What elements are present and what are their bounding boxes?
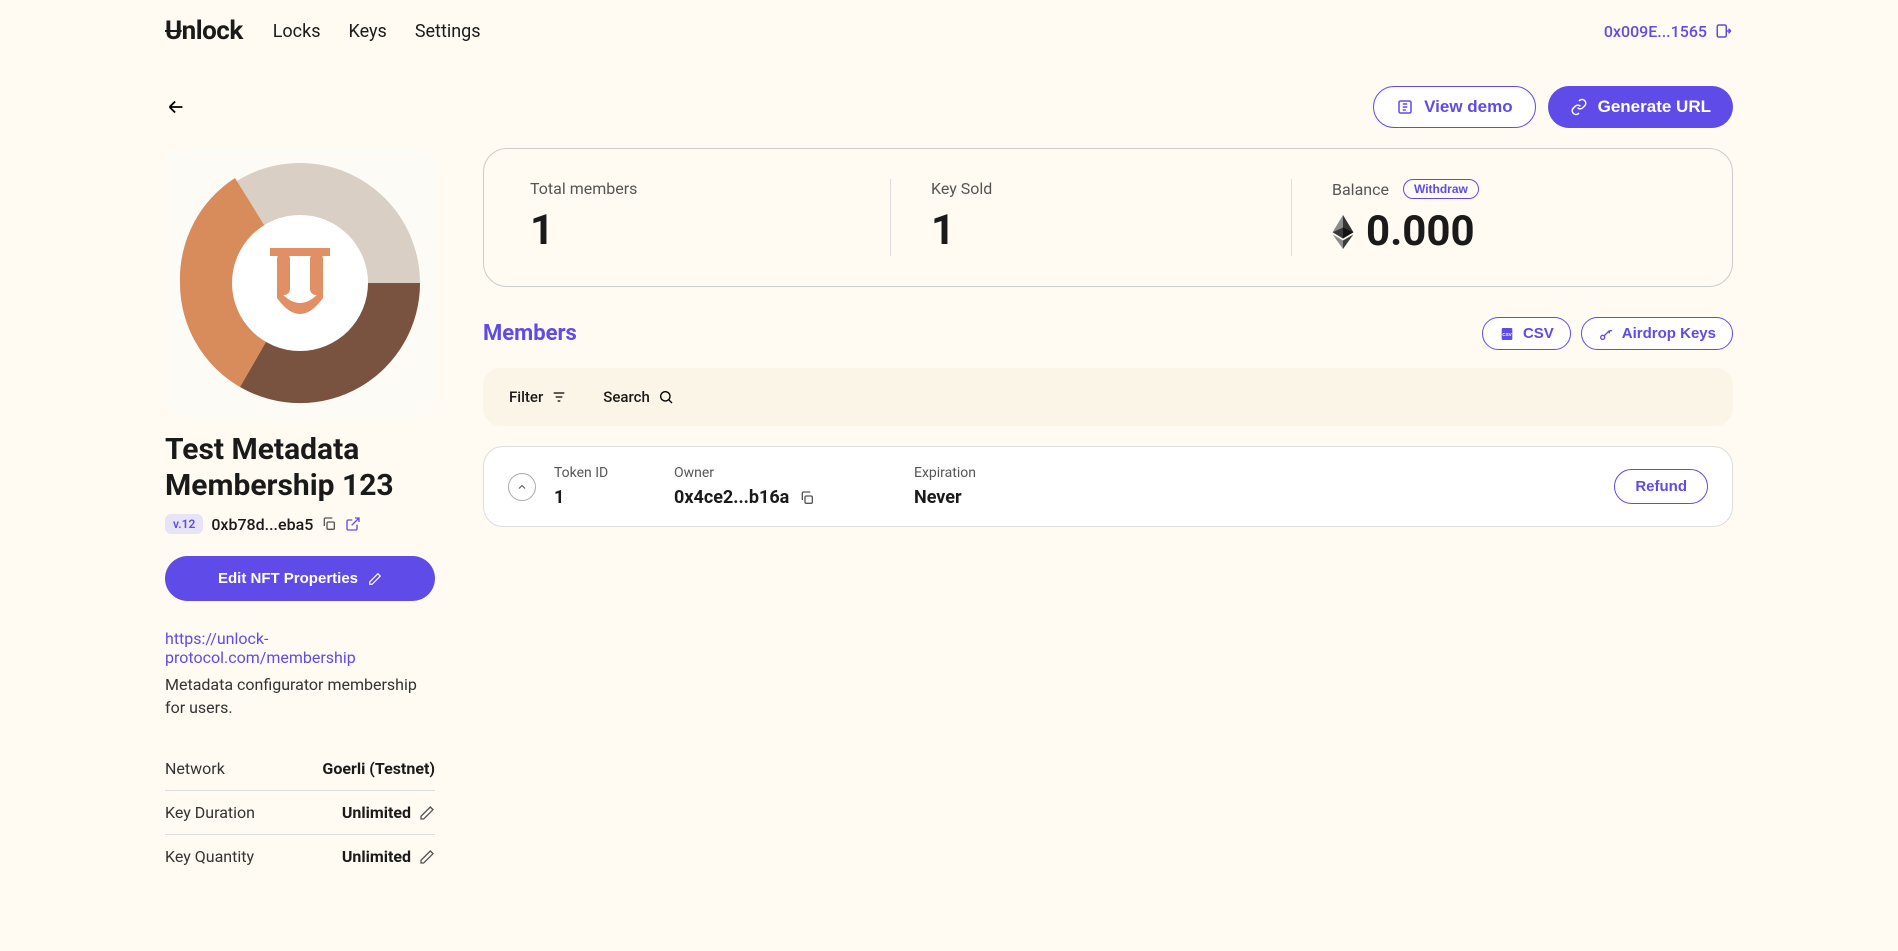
edit-duration-icon[interactable] xyxy=(419,805,435,821)
airdrop-label: Airdrop Keys xyxy=(1622,325,1716,342)
airdrop-keys-button[interactable]: Airdrop Keys xyxy=(1581,317,1733,350)
search-button[interactable]: Search xyxy=(603,388,674,406)
lock-title: Test Metadata Membership 123 xyxy=(165,432,435,504)
view-demo-button[interactable]: View demo xyxy=(1373,86,1536,128)
arrow-left-icon xyxy=(165,96,187,118)
total-members-label: Total members xyxy=(530,179,884,198)
network-label: Network xyxy=(165,759,225,778)
wallet-button[interactable]: 0x009E...1565 xyxy=(1604,22,1733,41)
nav-settings[interactable]: Settings xyxy=(415,21,481,42)
nav-locks[interactable]: Locks xyxy=(273,21,321,42)
ethereum-icon xyxy=(1332,215,1354,249)
member-row: Token ID 1 Owner 0x4ce2...b16a Expiratio… xyxy=(483,446,1733,527)
stats-card: Total members 1 Key Sold 1 Balance Withd… xyxy=(483,148,1733,287)
key-sold-label: Key Sold xyxy=(931,179,1285,198)
filter-icon xyxy=(551,389,567,405)
svg-text:CSV: CSV xyxy=(1502,332,1512,337)
members-title: Members xyxy=(483,321,577,346)
balance-label: Balance xyxy=(1332,180,1389,199)
copy-icon[interactable] xyxy=(321,516,337,532)
expiration-value: Never xyxy=(914,487,1614,508)
total-members-value: 1 xyxy=(530,206,884,255)
view-demo-label: View demo xyxy=(1424,97,1513,117)
search-label: Search xyxy=(603,388,650,406)
edit-quantity-icon[interactable] xyxy=(419,849,435,865)
lock-address: 0xb78d...eba5 xyxy=(211,515,313,534)
link-icon xyxy=(1570,98,1588,116)
withdraw-button[interactable]: Withdraw xyxy=(1403,179,1479,199)
csv-icon: CSV xyxy=(1499,326,1515,342)
detail-row-duration: Key Duration Unlimited xyxy=(165,791,435,835)
duration-value: Unlimited xyxy=(342,803,411,822)
csv-label: CSV xyxy=(1523,325,1554,342)
refund-button[interactable]: Refund xyxy=(1614,469,1708,504)
airdrop-icon xyxy=(1598,326,1614,342)
owner-value: 0x4ce2...b16a xyxy=(674,487,789,508)
version-badge: v.12 xyxy=(165,514,203,534)
detail-row-network: Network Goerli (Testnet) xyxy=(165,747,435,791)
demo-icon xyxy=(1396,98,1414,116)
search-icon xyxy=(658,389,674,405)
nav-keys[interactable]: Keys xyxy=(349,21,387,42)
quantity-value: Unlimited xyxy=(342,847,411,866)
token-id-value: 1 xyxy=(554,487,674,508)
generate-url-label: Generate URL xyxy=(1598,97,1711,117)
filter-bar: Filter Search xyxy=(483,368,1733,426)
external-link-icon[interactable] xyxy=(345,516,361,532)
generate-url-button[interactable]: Generate URL xyxy=(1548,86,1733,128)
owner-label: Owner xyxy=(674,465,914,481)
edit-nft-properties-button[interactable]: Edit NFT Properties xyxy=(165,556,435,601)
expiration-label: Expiration xyxy=(914,465,1614,481)
quantity-label: Key Quantity xyxy=(165,847,254,866)
expand-button[interactable] xyxy=(508,473,536,501)
wallet-address: 0x009E...1565 xyxy=(1604,22,1707,41)
filter-label: Filter xyxy=(509,388,543,406)
token-id-label: Token ID xyxy=(554,465,674,481)
balance-value: 0.000 xyxy=(1366,207,1475,256)
csv-button[interactable]: CSV CSV xyxy=(1482,317,1571,350)
detail-row-quantity: Key Quantity Unlimited xyxy=(165,835,435,878)
network-value: Goerli (Testnet) xyxy=(322,759,435,778)
nft-image xyxy=(165,148,435,418)
edit-label: Edit NFT Properties xyxy=(218,570,358,587)
logo[interactable]: Unlock xyxy=(165,16,243,46)
chevron-up-icon xyxy=(516,481,528,493)
filter-button[interactable]: Filter xyxy=(509,388,567,406)
main-nav: Locks Keys Settings xyxy=(273,21,481,42)
pencil-icon xyxy=(368,572,382,586)
copy-owner-icon[interactable] xyxy=(799,490,815,506)
metadata-description: Metadata configurator membership for use… xyxy=(165,673,435,719)
duration-label: Key Duration xyxy=(165,803,255,822)
back-button[interactable] xyxy=(165,96,187,118)
key-sold-value: 1 xyxy=(931,206,1285,255)
logout-icon xyxy=(1715,22,1733,40)
metadata-url[interactable]: https://unlock-protocol.com/membership xyxy=(165,629,435,667)
